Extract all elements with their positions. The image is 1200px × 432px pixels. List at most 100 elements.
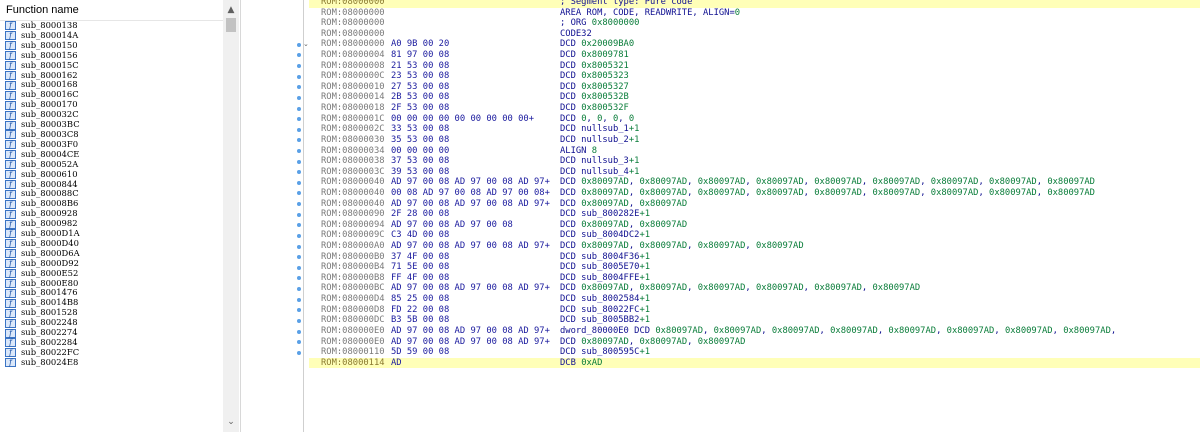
line-instruction[interactable]: DCD 0x80097AD, 0x80097AD, 0x80097AD: [560, 337, 745, 348]
line-instruction[interactable]: DCD sub_800282E+1: [560, 209, 650, 220]
function-list-item[interactable]: f sub_8000610: [0, 170, 222, 180]
disassembly-view[interactable]: ROM:08000000; Segment type: Pure code ROM…: [241, 0, 1200, 432]
breakpoint-dot-icon[interactable]: [297, 95, 301, 100]
disassembly-line[interactable]: ROM:080000BC AD 97 00 08 AD 97 00 08 AD 9…: [309, 283, 1200, 294]
line-instruction[interactable]: DCD 0x8005323: [560, 71, 629, 82]
line-instruction[interactable]: DCD sub_800595C+1: [560, 347, 650, 358]
disassembly-line[interactable]: ROM:08000094 AD 97 00 08 AD 97 00 08 DCD 0…: [309, 220, 1200, 231]
function-list-item[interactable]: f sub_8001528: [0, 308, 222, 318]
line-instruction[interactable]: DCD nullsub_2+1: [560, 135, 639, 146]
breakpoint-dot-icon[interactable]: [297, 308, 301, 313]
breakpoint-dot-icon[interactable]: [297, 265, 301, 270]
line-instruction[interactable]: ; ORG 0x8000000: [560, 18, 639, 29]
function-list-item[interactable]: f sub_8001476: [0, 288, 222, 298]
line-instruction[interactable]: ; Segment type: Pure code: [560, 0, 692, 8]
disassembly-line[interactable]: ROM:0800003C 39 53 00 08 DCD nullsub_4+1: [309, 167, 1200, 178]
disassembly-line[interactable]: ROM:08000010 27 53 00 08 DCD 0x8005327: [309, 82, 1200, 93]
line-instruction[interactable]: DCD sub_8004F36+1: [560, 252, 650, 263]
disassembly-line[interactable]: ⌄ ROM:08000000 A0 9B 00 20 DCD 0x20009BA0: [303, 39, 1200, 50]
breakpoint-dot-icon[interactable]: [297, 233, 301, 238]
disassembly-line[interactable]: ROM:08000004 81 97 00 08 DCD 0x8009781: [309, 50, 1200, 61]
line-instruction[interactable]: DCD sub_8004FFE+1: [560, 273, 650, 284]
disassembly-line[interactable]: ROM:080000DC B3 5B 00 08 DCD sub_8005BB2+1: [309, 315, 1200, 326]
line-instruction[interactable]: dword_80000E0 DCD 0x80097AD, 0x80097AD, …: [560, 326, 1116, 337]
breakpoint-dot-icon[interactable]: [297, 244, 301, 249]
breakpoint-dot-icon[interactable]: [297, 297, 301, 302]
line-instruction[interactable]: DCD 0x20009BA0: [560, 39, 634, 50]
line-instruction[interactable]: DCD 0, 0, 0, 0: [560, 114, 634, 125]
function-list-item[interactable]: f sub_8002284: [0, 338, 222, 348]
function-list-item[interactable]: f sub_80014B8: [0, 298, 222, 308]
disassembly-line[interactable]: ROM:08000000 AREA ROM, CODE, READWRITE, A…: [309, 8, 1200, 19]
breakpoint-dot-icon[interactable]: [297, 42, 301, 47]
breakpoint-dot-icon[interactable]: [297, 212, 301, 217]
function-list-item[interactable]: f sub_800052A: [0, 160, 222, 170]
line-instruction[interactable]: DCD nullsub_3+1: [560, 156, 639, 167]
disassembly-line[interactable]: ROM:08000008 21 53 00 08 DCD 0x8005321: [309, 61, 1200, 72]
disassembly-line[interactable]: ROM:080000E0 AD 97 00 08 AD 97 00 08 AD 9…: [309, 326, 1200, 337]
function-list-item[interactable]: f sub_80004CE: [0, 150, 222, 160]
function-list-item[interactable]: f sub_8000170: [0, 100, 222, 110]
function-list-item[interactable]: f sub_8002274: [0, 328, 222, 338]
line-instruction[interactable]: DCD 0x8009781: [560, 50, 629, 61]
breakpoint-dot-icon[interactable]: [297, 85, 301, 90]
disassembly-line[interactable]: ROM:080000B8 FF 4F 00 08 DCD sub_8004FFE+1: [309, 273, 1200, 284]
function-list-item[interactable]: f sub_80003C8: [0, 130, 222, 140]
function-list-item[interactable]: f sub_800014A: [0, 31, 222, 41]
breakpoint-dot-icon[interactable]: [297, 53, 301, 58]
function-list-item[interactable]: f sub_8000928: [0, 209, 222, 219]
breakpoint-dot-icon[interactable]: [297, 191, 301, 196]
disassembly-line[interactable]: ROM:08000018 2F 53 00 08 DCD 0x800532F: [309, 103, 1200, 114]
disassembly-line[interactable]: ROM:0800009C C3 4D 00 08 DCD sub_8004DC2+1: [309, 230, 1200, 241]
line-instruction[interactable]: DCD 0x800532F: [560, 103, 629, 114]
breakpoint-dot-icon[interactable]: [297, 148, 301, 153]
line-instruction[interactable]: DCD 0x80097AD, 0x80097AD, 0x80097AD, 0x8…: [560, 283, 920, 294]
function-list-item[interactable]: f sub_80008B6: [0, 199, 222, 209]
line-instruction[interactable]: DCD 0x80097AD, 0x80097AD, 0x80097AD, 0x8…: [560, 188, 1095, 199]
line-instruction[interactable]: DCD 0x80097AD, 0x80097AD: [560, 220, 687, 231]
disassembly-line[interactable]: ROM:08000110 5D 59 00 08 DCD sub_800595C+1: [309, 347, 1200, 358]
disassembly-line[interactable]: ROM:080000D4 85 25 00 08 DCD sub_8002584+1: [309, 294, 1200, 305]
function-list-item[interactable]: f sub_8000D1A: [0, 229, 222, 239]
function-list-item[interactable]: f sub_800032C: [0, 110, 222, 120]
breakpoint-dot-icon[interactable]: [297, 117, 301, 122]
line-instruction[interactable]: DCD sub_8005BB2+1: [560, 315, 650, 326]
function-list-item[interactable]: f sub_80003F0: [0, 140, 222, 150]
breakpoint-dot-icon[interactable]: [297, 318, 301, 323]
breakpoint-dot-icon[interactable]: [297, 64, 301, 69]
function-list-item[interactable]: f sub_800016C: [0, 90, 222, 100]
functions-scrollbar[interactable]: ▲ ⌄: [223, 0, 239, 432]
disassembly-line[interactable]: ROM:08000038 37 53 00 08 DCD nullsub_3+1: [309, 156, 1200, 167]
breakpoint-dot-icon[interactable]: [297, 159, 301, 164]
line-instruction[interactable]: ALIGN 8: [560, 146, 597, 157]
breakpoint-dot-icon[interactable]: [297, 329, 301, 334]
disassembly-line[interactable]: ROM:080000B0 37 4F 00 08 DCD sub_8004F36+1: [309, 252, 1200, 263]
function-list-item[interactable]: f sub_8000156: [0, 51, 222, 61]
function-list-item[interactable]: f sub_8000D6A: [0, 249, 222, 259]
disassembly-line[interactable]: ROM:08000000 ; ORG 0x8000000: [309, 18, 1200, 29]
line-instruction[interactable]: DCB 0xAD: [560, 358, 602, 369]
function-list-item[interactable]: f sub_8000138: [0, 21, 222, 31]
breakpoint-dot-icon[interactable]: [297, 223, 301, 228]
disassembly-line[interactable]: ROM:08000114 AD DCB 0xAD: [309, 357, 1200, 369]
function-list-item[interactable]: f sub_8000150: [0, 41, 222, 51]
line-instruction[interactable]: DCD sub_8004DC2+1: [560, 230, 650, 241]
breakpoint-dot-icon[interactable]: [297, 138, 301, 143]
disassembly-line[interactable]: ROM:08000014 2B 53 00 08 DCD 0x800532B: [309, 92, 1200, 103]
disassembly-line[interactable]: ROM:0800000C 23 53 00 08 DCD 0x8005323: [309, 71, 1200, 82]
function-list-item[interactable]: f sub_8000168: [0, 80, 222, 90]
breakpoint-dot-icon[interactable]: [297, 127, 301, 132]
function-list-item[interactable]: f sub_80024E8: [0, 358, 222, 368]
fold-chevron-icon[interactable]: ⌄: [303, 39, 309, 50]
function-list-item[interactable]: f sub_8000E52: [0, 269, 222, 279]
line-instruction[interactable]: DCD sub_8002584+1: [560, 294, 650, 305]
breakpoint-dot-icon[interactable]: [297, 202, 301, 207]
scroll-down-icon[interactable]: ⌄: [223, 414, 239, 430]
breakpoint-dot-icon[interactable]: [297, 170, 301, 175]
disassembly-line[interactable]: ROM:08000030 35 53 00 08 DCD nullsub_2+1: [309, 135, 1200, 146]
line-instruction[interactable]: DCD 0x8005327: [560, 82, 629, 93]
function-list-item[interactable]: f sub_8000982: [0, 219, 222, 229]
disassembly-line[interactable]: ROM:08000000 CODE32: [309, 29, 1200, 40]
breakpoint-dot-icon[interactable]: [297, 106, 301, 111]
disassembly-line[interactable]: ROM:08000040 AD 97 00 08 AD 97 00 08 AD 9…: [309, 199, 1200, 210]
